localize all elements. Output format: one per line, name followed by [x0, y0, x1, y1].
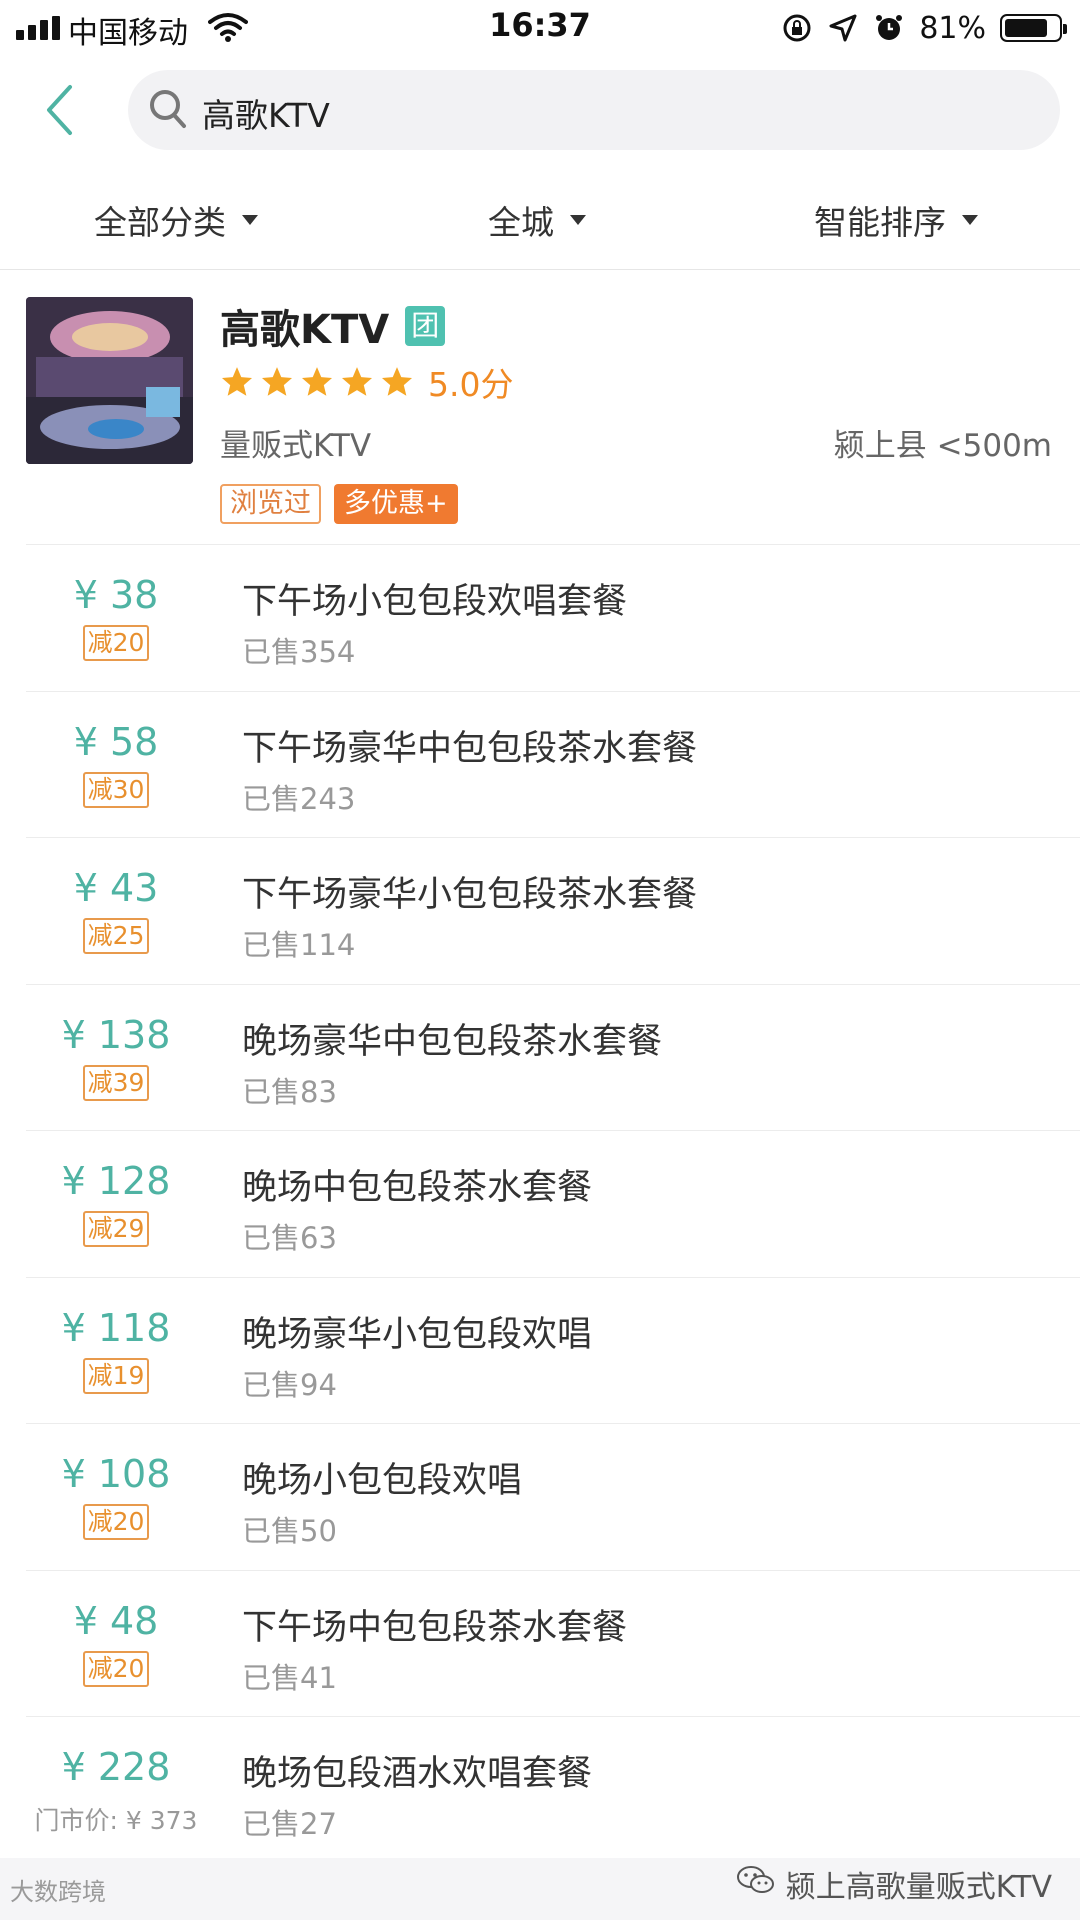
rating-score: 5.0分	[428, 365, 514, 404]
chevron-left-icon	[47, 85, 72, 135]
discount-badge: 减30	[82, 771, 150, 808]
deal-price: ¥ 138	[61, 1012, 171, 1057]
wechat-icon	[736, 1864, 776, 1904]
discount-badge: 减19	[82, 1357, 150, 1394]
filter-area-label: 全城	[488, 203, 554, 242]
star-icon	[341, 367, 373, 396]
back-button[interactable]	[44, 80, 104, 140]
shop-name[interactable]: 高歌KTV 团	[220, 297, 446, 355]
star-icon	[301, 367, 333, 396]
deal-row[interactable]: ¥ 228 门市价: ¥ 373 晚场包段酒水欢唱套餐已售27	[26, 1716, 1080, 1862]
deal-title: 下午场豪华小包包段茶水套餐	[242, 875, 698, 915]
deal-row[interactable]: ¥ 43 减25 下午场豪华小包包段茶水套餐已售114	[26, 837, 1080, 983]
deal-row[interactable]: ¥ 128 减29 晚场中包包段茶水套餐已售63	[26, 1130, 1080, 1276]
battery-percent: 81%	[919, 10, 986, 46]
discount-badge: 减39	[82, 1064, 150, 1101]
deal-title: 晚场豪华小包包段欢唱	[242, 1314, 593, 1355]
deal-sold-count: 已售354	[242, 635, 356, 669]
deal-price: ¥ 128	[61, 1159, 171, 1203]
battery-icon	[1000, 14, 1067, 42]
deal-title: 下午场豪华中包包段茶水套餐	[242, 728, 698, 769]
caret-down-icon	[962, 215, 978, 225]
deal-price: ¥ 38	[73, 573, 159, 617]
deal-row[interactable]: ¥ 48 减20 下午场中包包段茶水套餐已售41	[26, 1569, 1080, 1716]
deal-row[interactable]: ¥ 38 减20 下午场小包包段欢唱套餐已售354	[26, 544, 1080, 690]
deal-sold-count: 已售83	[242, 1074, 337, 1109]
deal-sold-count: 已售50	[242, 1514, 337, 1548]
deal-sold-count: 已售27	[242, 1807, 337, 1841]
watermark-right: 颍上高歌量贩式KTV	[736, 1862, 1052, 1906]
shop-rating: 5.0分	[220, 358, 513, 406]
deal-price: ¥ 118	[61, 1305, 171, 1350]
filter-sort-label: 智能排序	[814, 203, 946, 242]
deal-row[interactable]: ¥ 118 减19 晚场豪华小包包段欢唱已售94	[26, 1276, 1080, 1423]
watermark-bar: 大数跨境 颍上高歌量贩式KTV	[0, 1858, 1080, 1920]
deal-title: 晚场豪华中包包段茶水套餐	[242, 1021, 663, 1062]
deal-price: ¥ 48	[73, 1598, 159, 1643]
discount-badge: 减20	[82, 625, 150, 661]
filter-sort-dropdown[interactable]: 智能排序	[814, 190, 978, 250]
deal-price: ¥ 43	[73, 866, 159, 910]
shop-category: 量贩式KTV	[220, 428, 372, 464]
star-icon	[221, 367, 253, 396]
shop-location: 颍上县 <500m	[833, 428, 1052, 464]
original-price: 门市价: ¥ 373	[34, 1806, 198, 1835]
watermark-right-text: 颍上高歌量贩式KTV	[785, 1870, 1052, 1905]
filter-category-label: 全部分类	[94, 203, 226, 242]
discount-badge: 减29	[82, 1211, 150, 1247]
filter-bar: 全部分类 全城 智能排序	[0, 190, 1080, 270]
deal-row[interactable]: ¥ 138 减39 晚场豪华中包包段茶水套餐已售83	[26, 983, 1080, 1130]
filter-category-dropdown[interactable]: 全部分类	[94, 190, 258, 250]
alarm-icon	[873, 12, 905, 44]
deal-title: 晚场小包包段欢唱	[242, 1461, 523, 1501]
shop-thumbnail[interactable]	[26, 297, 193, 464]
caret-down-icon	[242, 215, 258, 225]
deal-row[interactable]: ¥ 58 减30 下午场豪华中包包段茶水套餐已售243	[26, 690, 1080, 837]
search-input[interactable]: 高歌KTV	[128, 70, 1060, 150]
deal-price: ¥ 108	[61, 1452, 171, 1496]
deal-sold-count: 已售243	[242, 781, 356, 816]
location-arrow-icon	[827, 12, 859, 44]
deal-title: 下午场小包包段欢唱套餐	[242, 582, 628, 622]
search-query: 高歌KTV	[202, 96, 330, 135]
discount-badge: 减25	[82, 918, 150, 954]
caret-down-icon	[570, 215, 586, 225]
star-icon	[261, 367, 293, 396]
group-buy-badge: 团	[405, 306, 446, 346]
filter-area-dropdown[interactable]: 全城	[488, 190, 586, 250]
status-bar: 中国移动 16:37 81%	[0, 0, 1080, 56]
deal-sold-count: 已售94	[242, 1367, 337, 1402]
deal-sold-count: 已售114	[242, 928, 356, 962]
viewed-tag: 浏览过	[220, 484, 321, 524]
watermark-left: 大数跨境	[10, 1878, 106, 1906]
deal-price: ¥ 58	[73, 719, 159, 764]
shop-name-text: 高歌KTV	[220, 307, 390, 353]
deal-title: 晚场中包包段茶水套餐	[242, 1168, 593, 1208]
discount-badge: 减20	[82, 1504, 150, 1540]
rotation-lock-icon	[781, 12, 813, 44]
deal-title: 晚场包段酒水欢唱套餐	[242, 1754, 593, 1794]
deal-sold-count: 已售63	[242, 1221, 337, 1255]
deal-title: 下午场中包包段茶水套餐	[242, 1607, 628, 1648]
search-icon	[148, 88, 188, 134]
deal-sold-count: 已售41	[242, 1660, 337, 1695]
star-icon	[381, 367, 413, 396]
rating-stars	[220, 365, 420, 399]
deal-row[interactable]: ¥ 108 减20 晚场小包包段欢唱已售50	[26, 1423, 1080, 1569]
discount-badge: 减20	[82, 1650, 150, 1687]
more-offers-tag[interactable]: 多优惠+	[334, 484, 458, 524]
deal-price: ¥ 228	[61, 1745, 171, 1789]
